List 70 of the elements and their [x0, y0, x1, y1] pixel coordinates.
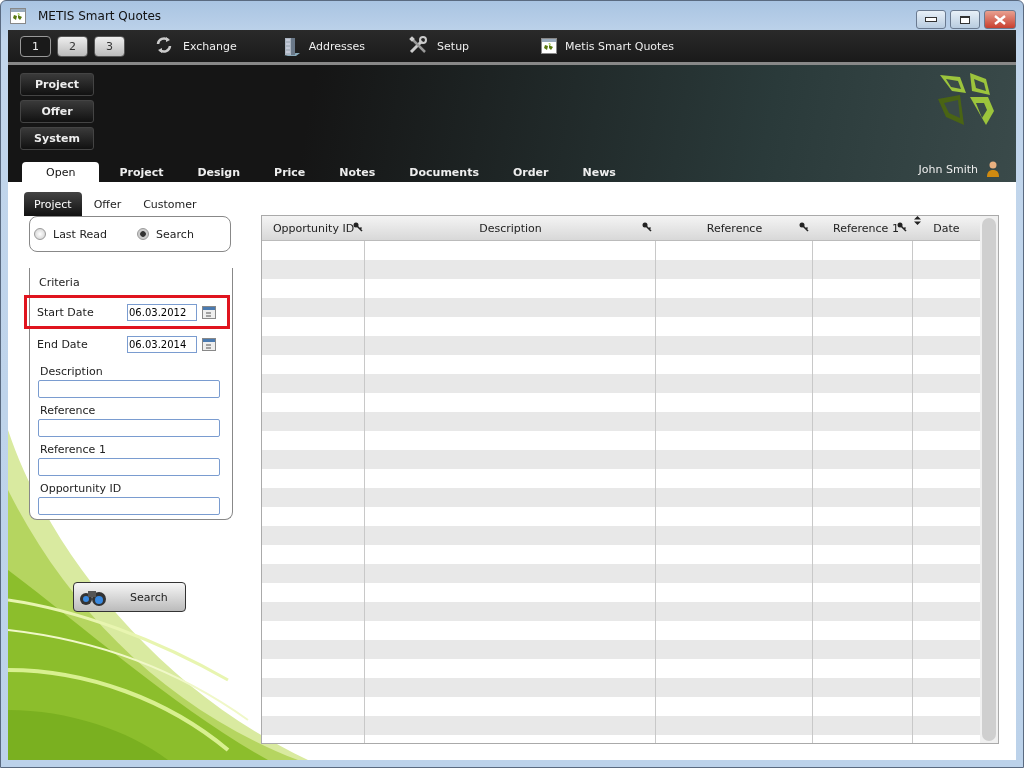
text-field[interactable]	[38, 458, 220, 476]
radio-label: Last Read	[53, 227, 108, 241]
field-label: Description	[39, 364, 104, 380]
tab[interactable]: Customer	[133, 192, 207, 216]
user-name: John Smith	[918, 162, 978, 176]
tab[interactable]: Project	[24, 192, 82, 216]
column-header[interactable]: Date	[913, 216, 980, 240]
key-icon	[642, 222, 652, 232]
toolbar-label: Setup	[437, 39, 470, 53]
column-header[interactable]: Reference	[656, 216, 813, 240]
window-title: METIS Smart Quotes	[38, 8, 162, 23]
app-icon	[541, 38, 558, 54]
field-label: Reference 1	[39, 442, 107, 458]
column-header[interactable]: Opportunity ID	[262, 216, 365, 240]
tab[interactable]: Price	[260, 162, 320, 182]
text-field[interactable]	[38, 419, 220, 437]
search-button[interactable]: Search	[73, 582, 186, 612]
calendar-icon	[202, 305, 216, 319]
menu-button[interactable]: Project	[20, 73, 94, 96]
toolbar-label: Metis Smart Quotes	[565, 39, 674, 53]
toolbar-item[interactable]: Setup	[409, 36, 470, 56]
column-title: Description	[479, 221, 542, 235]
tab[interactable]: Design	[183, 162, 255, 182]
column-title: Reference 1	[833, 221, 899, 235]
minimize-button[interactable]	[916, 10, 946, 29]
tab[interactable]: Open	[22, 162, 100, 182]
column-title: Reference	[706, 221, 763, 235]
page-button[interactable]: 1	[20, 35, 51, 57]
tab[interactable]: Notes	[325, 162, 390, 182]
date-field[interactable]: 06.03.2012	[127, 303, 197, 321]
date-field[interactable]: 06.03.2014	[127, 335, 197, 353]
toolbar-item[interactable]: Exchange	[155, 36, 237, 56]
tab[interactable]: Project	[105, 162, 178, 182]
tools-icon	[409, 36, 430, 56]
tab[interactable]: Documents	[395, 162, 493, 182]
column-title: Date	[933, 221, 960, 235]
toolbar-item[interactable]: Addresses	[280, 36, 366, 56]
field-label: Start Date	[37, 305, 95, 319]
user-icon	[986, 161, 1000, 177]
column-header[interactable]: Reference 1	[813, 216, 913, 240]
close-button[interactable]	[984, 10, 1016, 29]
menu-button[interactable]: System	[20, 127, 94, 150]
section-title: Criteria	[38, 275, 81, 291]
radio-button[interactable]	[137, 228, 150, 240]
text-field[interactable]	[38, 380, 220, 398]
tab[interactable]: Order	[498, 162, 563, 182]
tab[interactable]: Offer	[83, 192, 132, 216]
sort-icon	[914, 216, 921, 225]
close-icon	[994, 14, 1006, 25]
column-title: Opportunity ID	[272, 221, 355, 235]
toolbar-item[interactable]: Metis Smart Quotes	[541, 38, 674, 54]
page-button[interactable]: 2	[57, 35, 88, 57]
page-button[interactable]: 3	[94, 35, 125, 57]
field-label: Reference	[39, 403, 97, 419]
maximize-button[interactable]	[950, 10, 980, 29]
key-icon	[799, 222, 809, 232]
field-label: Opportunity ID	[39, 481, 123, 497]
key-icon	[353, 222, 363, 232]
menu-button[interactable]: Offer	[20, 100, 94, 123]
text-field[interactable]	[38, 497, 220, 515]
toolbar-label: Exchange	[183, 39, 237, 53]
field-label: End Date	[37, 337, 89, 351]
column-header[interactable]: Description	[365, 216, 656, 240]
tab[interactable]: News	[568, 162, 630, 182]
toolbar-label: Addresses	[308, 39, 366, 53]
radio-label: Search	[156, 227, 194, 241]
app-icon	[10, 7, 26, 24]
calendar-icon	[202, 337, 216, 351]
key-icon	[897, 222, 907, 232]
radio-button[interactable]	[34, 228, 46, 240]
